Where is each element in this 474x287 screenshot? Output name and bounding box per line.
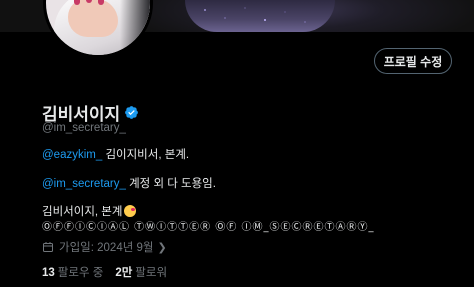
following-count: 13 xyxy=(42,267,55,279)
handle: @im_secretary_ xyxy=(42,122,126,134)
join-date-row[interactable]: 가입일: 2024년 9월 ❯ xyxy=(42,239,167,255)
bio-mention-im-secretary[interactable]: @im_secretary_ xyxy=(42,178,126,190)
banner-image xyxy=(185,0,335,32)
chevron-right-icon: ❯ xyxy=(157,241,167,254)
following-link[interactable]: 13 팔로우 중 xyxy=(42,264,103,280)
calendar-icon xyxy=(43,242,53,252)
followers-link[interactable]: 2만 팔로워 xyxy=(115,264,167,280)
edit-profile-button[interactable]: 프로필 수정 xyxy=(374,48,452,74)
bio-line-2: @im_secretary_ 계정 외 다 도용임. xyxy=(42,175,216,191)
kissing-heart-emoji-icon xyxy=(124,205,137,217)
follow-stats: 13 팔로우 중 2만 팔로워 xyxy=(42,264,167,280)
following-label: 팔로우 중 xyxy=(57,267,104,279)
join-date: 가입일: 2024년 9월 xyxy=(59,242,154,254)
bio-line-1: @eazykim_ 김이지비서, 본계. xyxy=(42,146,189,162)
bio-mention-eazykim[interactable]: @eazykim_ xyxy=(42,149,102,161)
bio-text-3: 김비서이지, 본계 xyxy=(42,206,123,218)
bio-text-2: 계정 외 다 도용임. xyxy=(125,178,216,190)
bio-line-4: ⓄⒻⒻⒾⒸⒾⒶⓁ ⓉⓌⒾⓉⓉⒺⓇ ⓄⒻ ⒾⓂ_ⓈⒺⒸⓇⒺⓉⒶⓇⓎ_ xyxy=(42,222,375,233)
bio-line-3: 김비서이지, 본계 xyxy=(42,203,137,219)
bio-text-1: 김이지비서, 본계. xyxy=(102,149,190,161)
followers-count: 2만 xyxy=(115,267,133,279)
avatar[interactable] xyxy=(43,0,153,58)
followers-label: 팔로워 xyxy=(135,267,168,279)
verified-badge-icon[interactable] xyxy=(124,105,139,120)
